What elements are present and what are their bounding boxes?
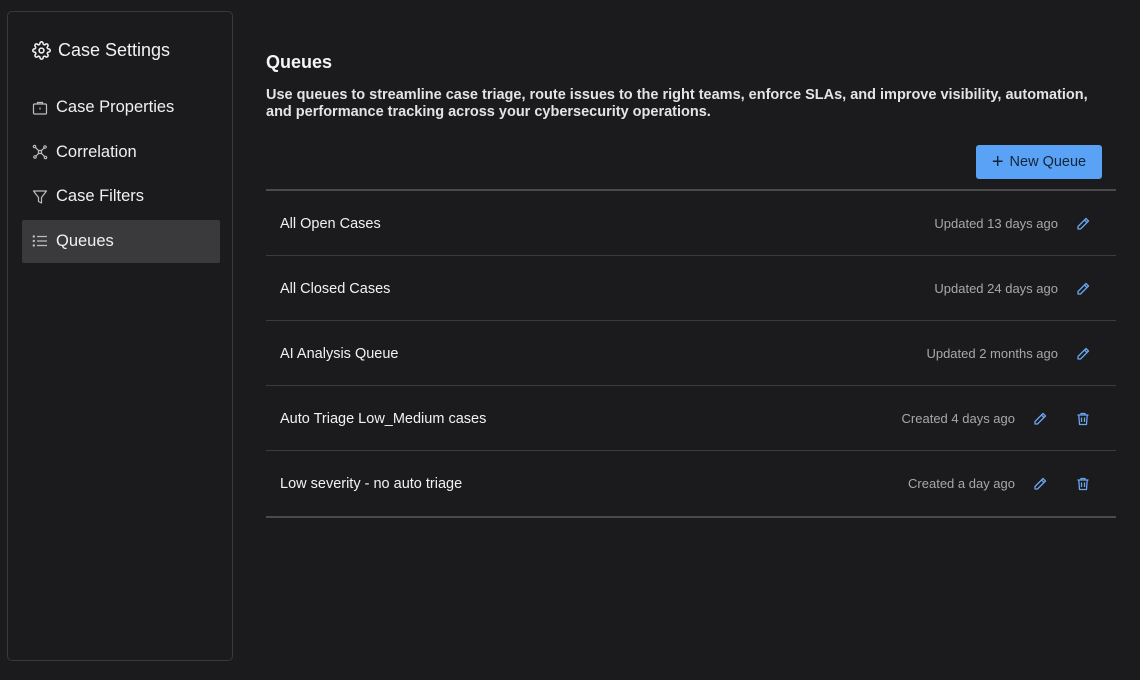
- queue-timestamp: Updated 24 days ago: [934, 281, 1058, 296]
- queue-name: All Open Cases: [280, 215, 381, 232]
- queue-timestamp: Created 4 days ago: [901, 411, 1015, 426]
- queue-row[interactable]: AI Analysis Queue Updated 2 months ago: [266, 321, 1116, 386]
- pencil-icon: [1077, 347, 1090, 360]
- page-title: Queues: [266, 52, 333, 72]
- sidebar-item-case-filters[interactable]: Case Filters: [22, 175, 220, 218]
- sidebar-item-queues[interactable]: Queues: [22, 219, 220, 263]
- queue-name: AI Analysis Queue: [280, 345, 399, 362]
- sidebar-item-correlation[interactable]: Correlation: [22, 131, 220, 174]
- pencil-icon: [1077, 282, 1090, 295]
- sidebar-title-label: Case Settings: [58, 40, 171, 60]
- plus-icon: +: [991, 151, 1004, 173]
- queue-timestamp: Updated 13 days ago: [934, 216, 1058, 231]
- pencil-icon: [1077, 217, 1090, 230]
- pencil-icon: [1034, 477, 1047, 490]
- edit-queue-button[interactable]: [1031, 410, 1049, 428]
- sidebar-item-label: Correlation: [56, 142, 137, 161]
- queue-timestamp: Updated 2 months ago: [926, 346, 1058, 361]
- filter-icon: [32, 189, 48, 205]
- queue-row[interactable]: All Open Cases Updated 13 days ago: [266, 191, 1116, 256]
- edit-queue-button[interactable]: [1031, 475, 1049, 493]
- sidebar-item-label: Case Properties: [56, 98, 175, 116]
- pencil-icon: [1034, 412, 1047, 425]
- delete-queue-button[interactable]: [1074, 410, 1092, 428]
- queue-row[interactable]: All Closed Cases Updated 24 days ago: [266, 256, 1116, 321]
- delete-queue-button[interactable]: [1074, 475, 1092, 493]
- queue-list: All Open Cases Updated 13 days ago All C…: [266, 189, 1116, 518]
- gear-icon: [32, 41, 51, 60]
- edit-queue-button[interactable]: [1074, 215, 1092, 233]
- new-queue-button[interactable]: + New Queue: [976, 145, 1102, 179]
- list-icon: [32, 233, 48, 249]
- queue-timestamp: Created a day ago: [908, 476, 1015, 491]
- trash-icon: [1077, 412, 1089, 426]
- sidebar-item-case-properties[interactable]: Case Properties: [22, 86, 220, 129]
- queue-row[interactable]: Auto Triage Low_Medium cases Created 4 d…: [266, 386, 1116, 451]
- sidebar-nav: Case Properties Correlation Case Filters…: [22, 86, 220, 264]
- new-queue-label: New Queue: [1009, 154, 1087, 170]
- briefcase-icon: [32, 100, 48, 116]
- queue-name: Auto Triage Low_Medium cases: [280, 410, 487, 427]
- edit-queue-button[interactable]: [1074, 280, 1092, 298]
- queue-name: Low severity - no auto triage: [280, 475, 463, 492]
- trash-icon: [1077, 477, 1089, 491]
- edit-queue-button[interactable]: [1074, 345, 1092, 363]
- sidebar-title: Case Settings: [32, 40, 170, 61]
- sidebar-item-label: Case Filters: [56, 187, 145, 205]
- sidebar-item-label: Queues: [56, 231, 114, 250]
- queue-name: All Closed Cases: [280, 280, 391, 297]
- page-description: Use queues to streamline case triage, ro…: [266, 87, 1088, 120]
- network-icon: [32, 144, 48, 160]
- queue-row[interactable]: Low severity - no auto triage Created a …: [266, 451, 1116, 516]
- sidebar: Case Settings Case Properties Correlatio…: [7, 11, 233, 661]
